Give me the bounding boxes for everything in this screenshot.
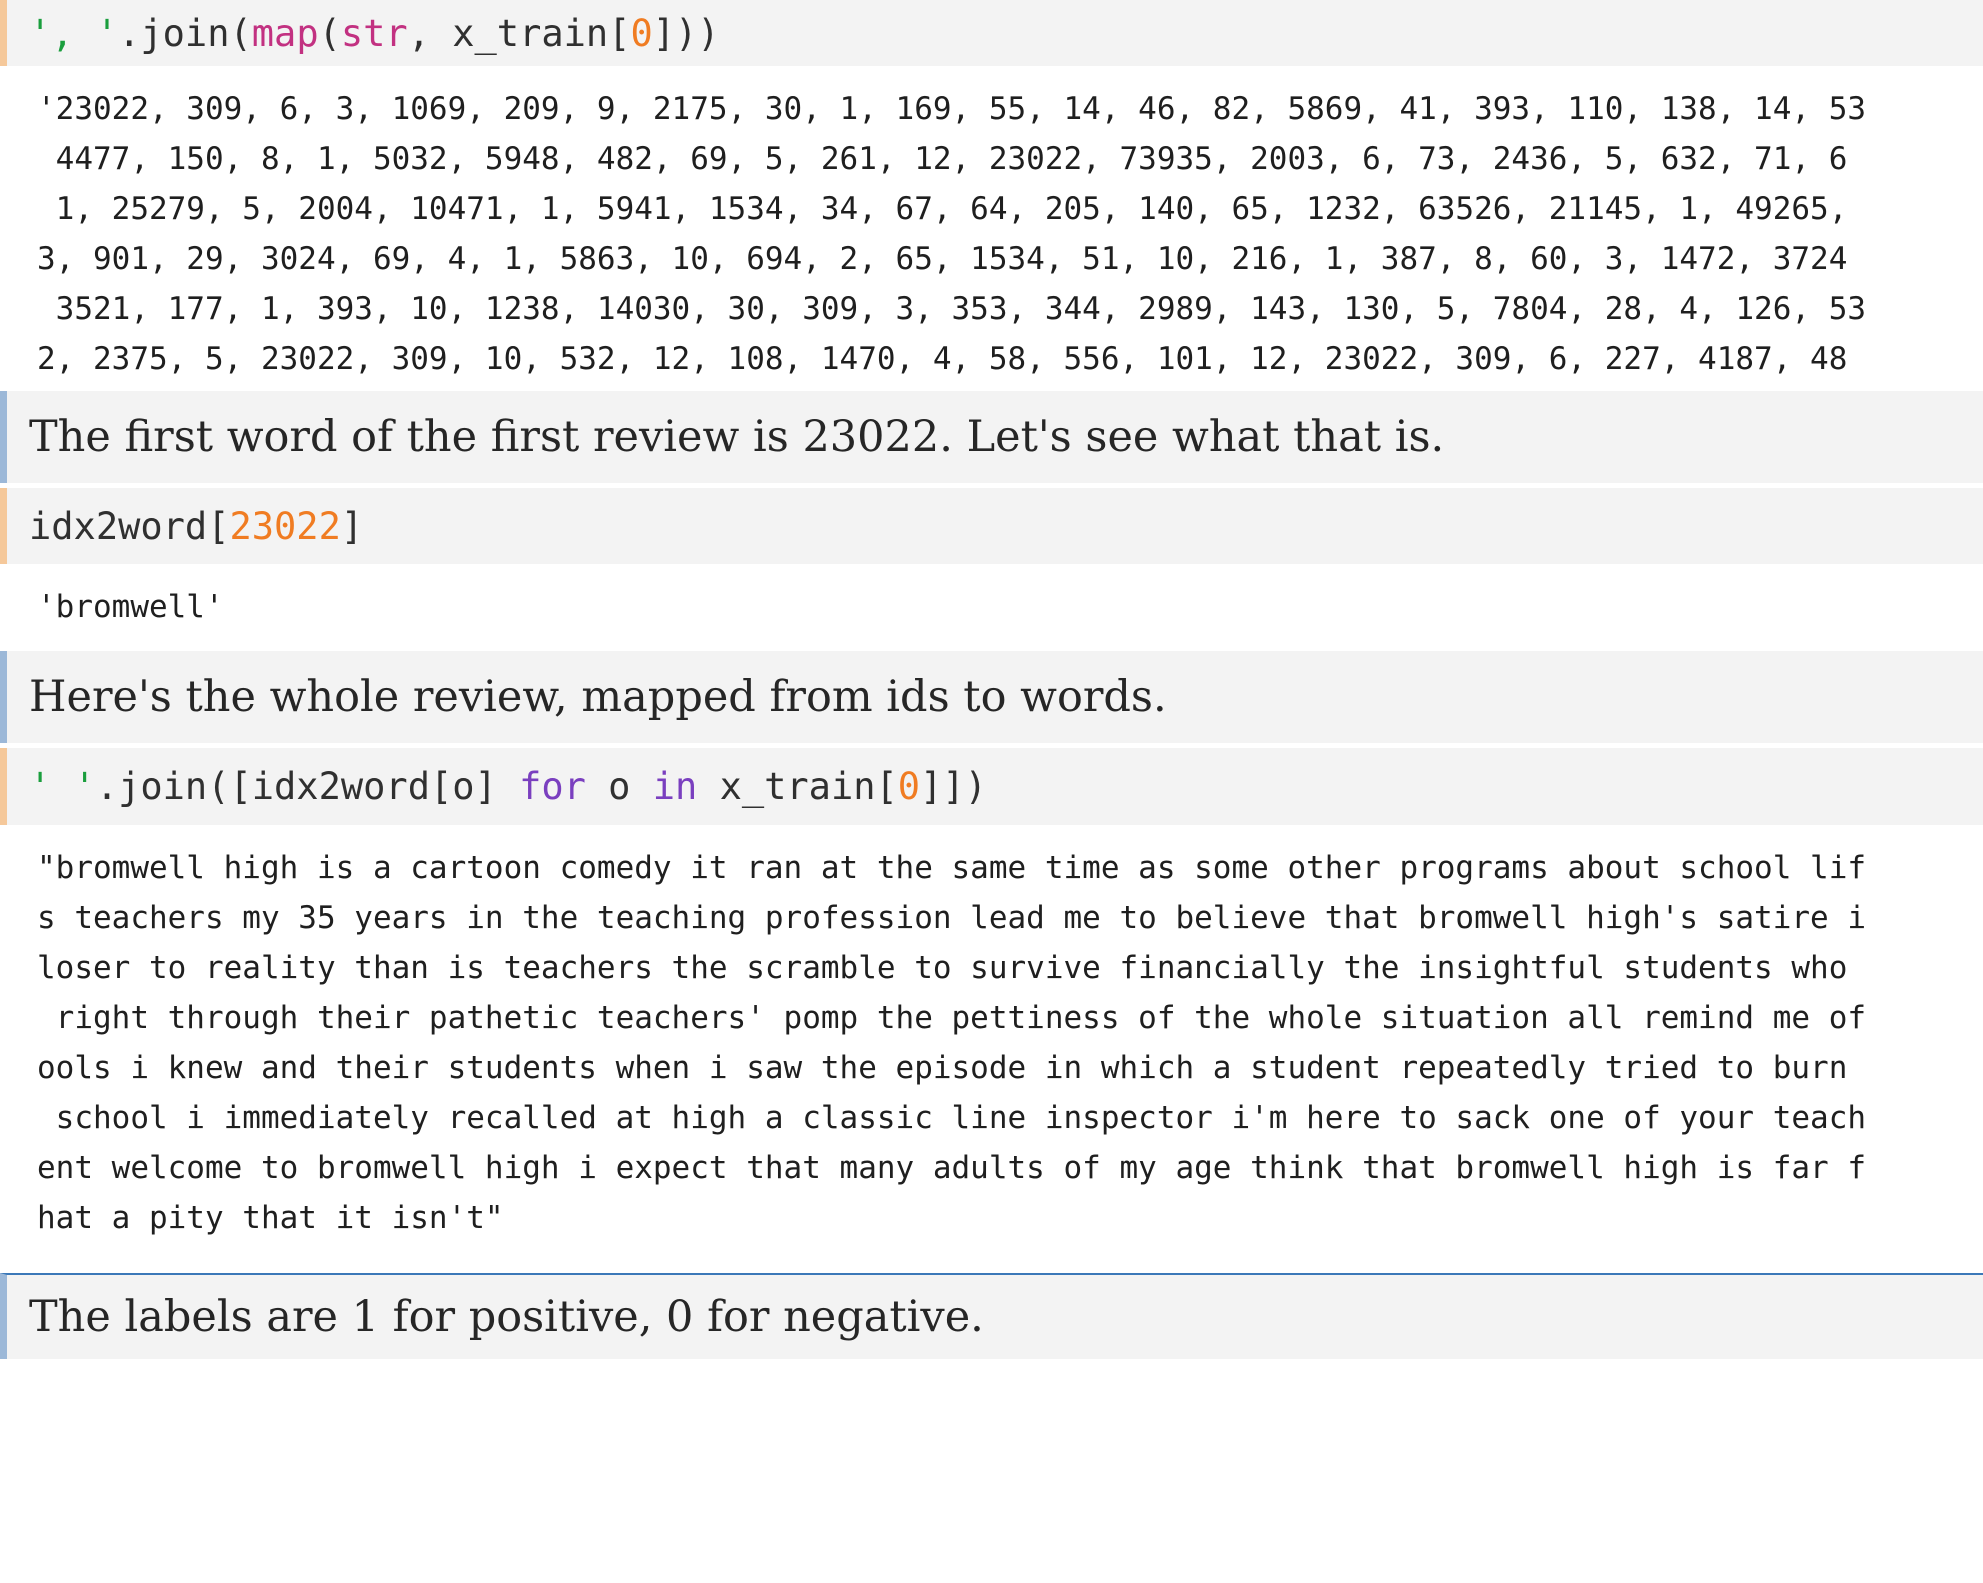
code-token: o <box>585 765 653 808</box>
markdown-text: Here's the whole review, mapped from ids… <box>29 672 1167 722</box>
code-source: ', '.join(map(str, x_train[0])) <box>29 12 720 55</box>
markdown-text: The first word of the first review is 23… <box>29 412 1445 462</box>
output-line: loser to reality than is teachers the sc… <box>37 950 1848 986</box>
output-cell-id-list: '23022, 309, 6, 3, 1069, 209, 9, 2175, 3… <box>0 84 1983 427</box>
code-cell-join-words[interactable]: ' '.join([idx2word[o] for o in x_train[0… <box>0 748 1983 825</box>
code-token: idx2word[ <box>29 504 230 548</box>
output-line: "bromwell high is a cartoon comedy it ra… <box>37 850 1867 886</box>
code-token: 0 <box>630 11 653 55</box>
code-token: 23022 <box>229 504 341 548</box>
code-cell-idx2word[interactable]: idx2word[23022] <box>0 488 1983 564</box>
code-source: ' '.join([idx2word[o] for o in x_train[0… <box>29 765 987 808</box>
markdown-cell-whole-review[interactable]: Here's the whole review, mapped from ids… <box>0 651 1983 743</box>
output-line: 1, 25279, 5, 2004, 10471, 1, 5941, 1534,… <box>37 191 1848 227</box>
code-token: ] <box>340 504 364 548</box>
code-token: ' ' <box>29 765 96 808</box>
output-line: 3, 901, 29, 3024, 69, 4, 1, 5863, 10, 69… <box>37 241 1848 277</box>
markdown-cell-labels[interactable]: The labels are 1 for positive, 0 for neg… <box>0 1273 1983 1359</box>
code-token: ( <box>318 11 341 55</box>
code-token: ', ' <box>29 11 119 55</box>
output-line: 4477, 150, 8, 1, 5032, 5948, 482, 69, 5,… <box>37 141 1848 177</box>
output-line: 'bromwell' <box>37 589 224 625</box>
output-line: 3521, 177, 1, 393, 10, 1238, 14030, 30, … <box>37 291 1867 327</box>
output-cell-bromwell: 'bromwell' <box>0 582 1983 637</box>
output-cell-review-text: "bromwell high is a cartoon comedy it ra… <box>0 843 1983 1243</box>
output-line: ent welcome to bromwell high i expect th… <box>37 1150 1867 1186</box>
output-line: school i immediately recalled at high a … <box>37 1100 1867 1136</box>
code-token: for <box>519 765 586 808</box>
output-line: 2, 2375, 5, 23022, 309, 10, 532, 12, 108… <box>37 341 1848 377</box>
code-token: str <box>340 11 408 55</box>
code-token: , x_train[ <box>407 11 631 55</box>
code-cell-join-map[interactable]: ', '.join(map(str, x_train[0])) <box>0 0 1983 66</box>
code-token: ])) <box>652 11 720 55</box>
code-token: .join( <box>118 11 252 55</box>
markdown-text: The labels are 1 for positive, 0 for neg… <box>29 1292 984 1342</box>
markdown-cell-first-word[interactable]: The first word of the first review is 23… <box>0 391 1983 483</box>
code-token: x_train[ <box>697 765 898 808</box>
output-line: '23022, 309, 6, 3, 1069, 209, 9, 2175, 3… <box>37 91 1867 127</box>
code-token: ]]) <box>920 765 987 808</box>
code-token: in <box>652 765 698 808</box>
output-line: s teachers my 35 years in the teaching p… <box>37 900 1867 936</box>
code-token: 0 <box>897 765 921 808</box>
code-token: map <box>251 11 319 55</box>
output-line: hat a pity that it isn't" <box>37 1200 504 1236</box>
output-line: right through their pathetic teachers' p… <box>37 1000 1867 1036</box>
output-line: ools i knew and their students when i sa… <box>37 1050 1848 1086</box>
code-source: idx2word[23022] <box>29 505 363 548</box>
code-token: .join([idx2word[o] <box>95 765 520 808</box>
